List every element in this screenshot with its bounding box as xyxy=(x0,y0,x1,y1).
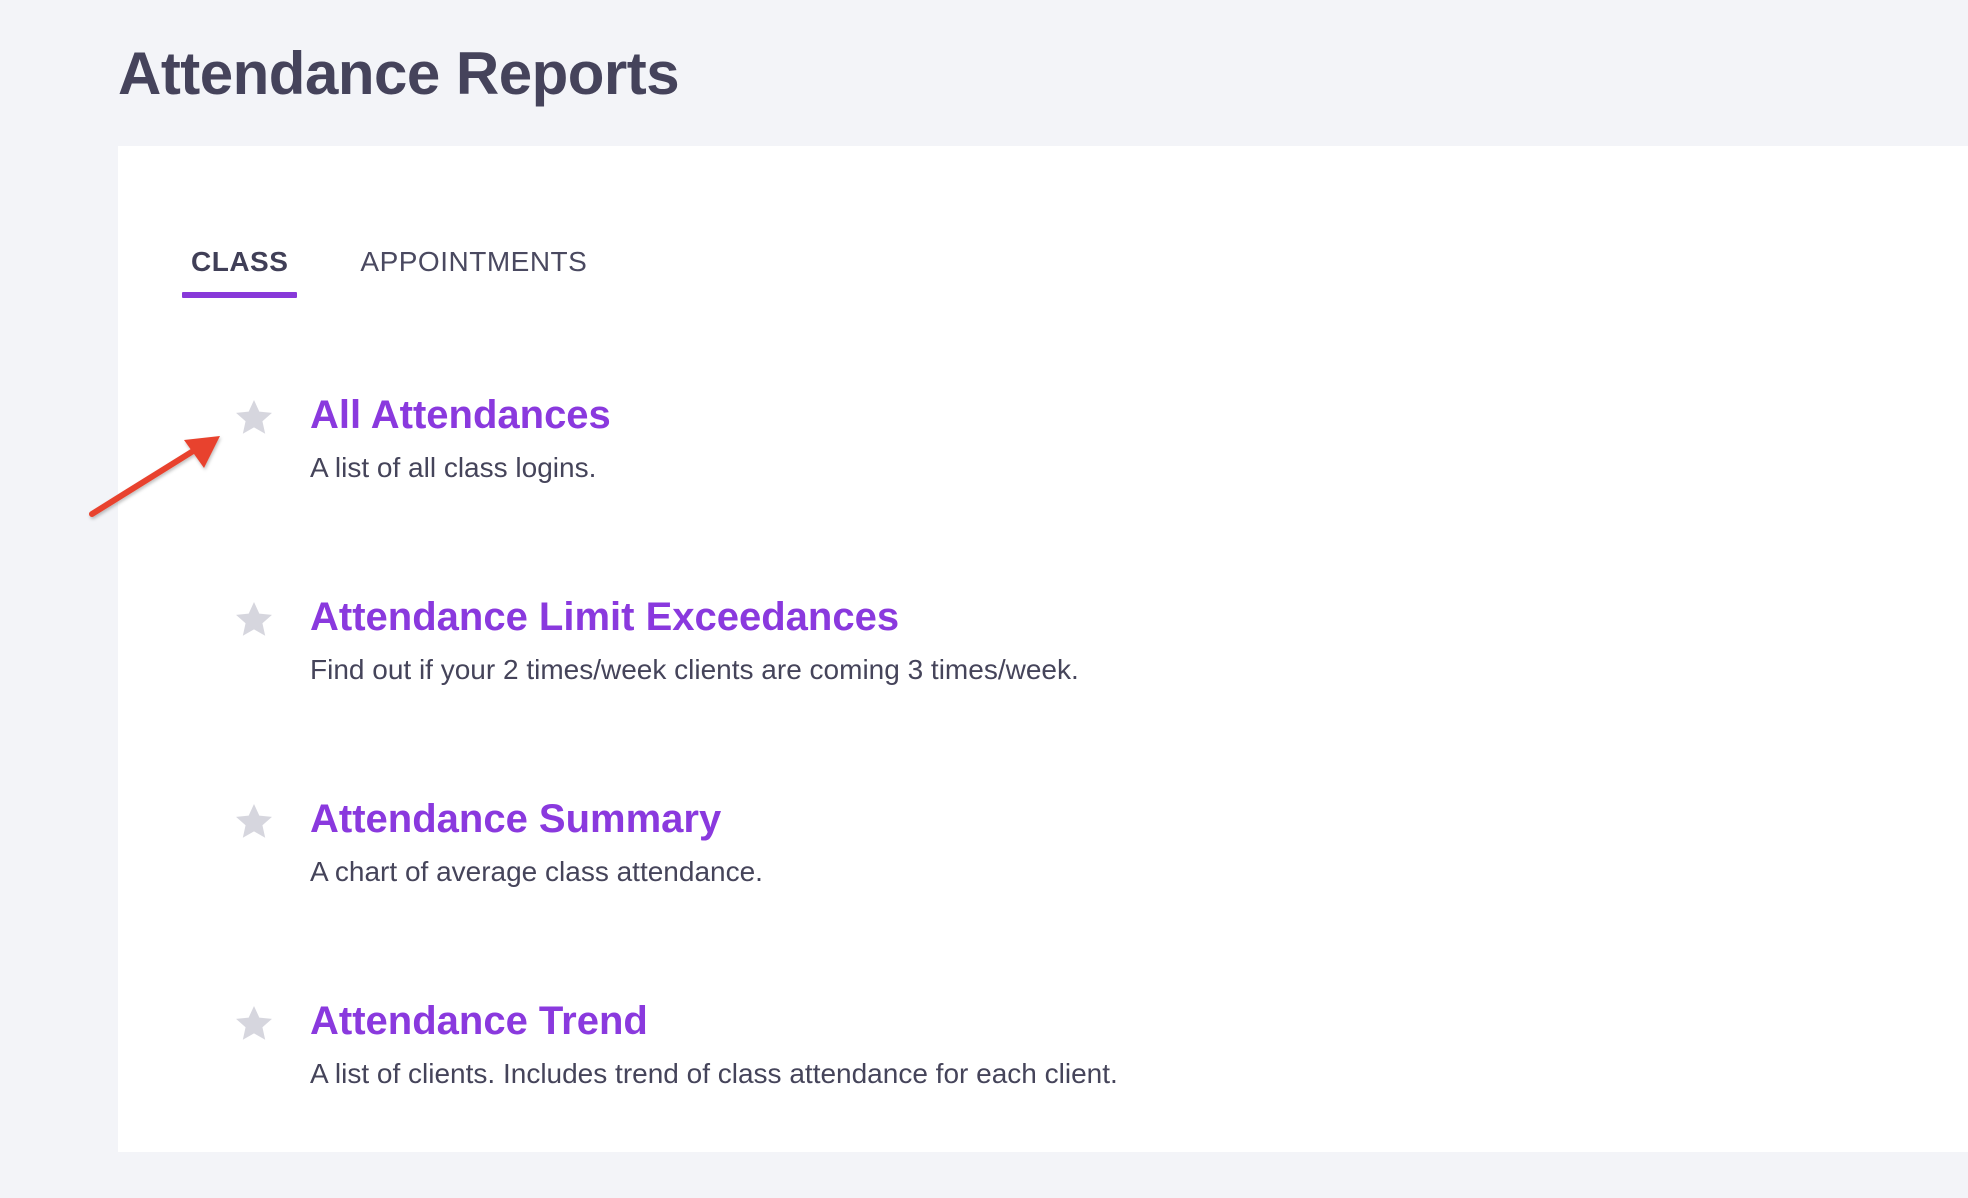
report-item-attendance-summary: Attendance Summary A chart of average cl… xyxy=(232,794,1832,996)
page-title: Attendance Reports xyxy=(118,40,680,107)
report-tabs: CLASS APPOINTMENTS xyxy=(182,226,596,298)
report-description: A list of clients. Includes trend of cla… xyxy=(310,1058,1118,1089)
report-link-attendance-trend[interactable]: Attendance Trend xyxy=(310,996,648,1046)
report-link-all-attendances[interactable]: All Attendances xyxy=(310,390,611,440)
report-list: All Attendances A list of all class logi… xyxy=(232,390,1832,1198)
report-item-all-attendances: All Attendances A list of all class logi… xyxy=(232,390,1832,592)
report-item-attendance-trend: Attendance Trend A list of clients. Incl… xyxy=(232,996,1832,1198)
star-icon[interactable] xyxy=(232,800,276,844)
report-link-attendance-summary[interactable]: Attendance Summary xyxy=(310,794,721,844)
star-icon[interactable] xyxy=(232,598,276,642)
tab-class[interactable]: CLASS xyxy=(182,226,298,298)
tab-appointments[interactable]: APPOINTMENTS xyxy=(351,226,596,298)
report-description: A list of all class logins. xyxy=(310,452,597,483)
star-icon[interactable] xyxy=(232,1002,276,1046)
report-description: Find out if your 2 times/week clients ar… xyxy=(310,654,1079,685)
report-description: A chart of average class attendance. xyxy=(310,856,763,887)
reports-panel: CLASS APPOINTMENTS All Attendances A lis… xyxy=(118,146,1968,1152)
report-link-attendance-limit-exceedances[interactable]: Attendance Limit Exceedances xyxy=(310,592,899,642)
star-icon[interactable] xyxy=(232,396,276,440)
report-item-attendance-limit-exceedances: Attendance Limit Exceedances Find out if… xyxy=(232,592,1832,794)
